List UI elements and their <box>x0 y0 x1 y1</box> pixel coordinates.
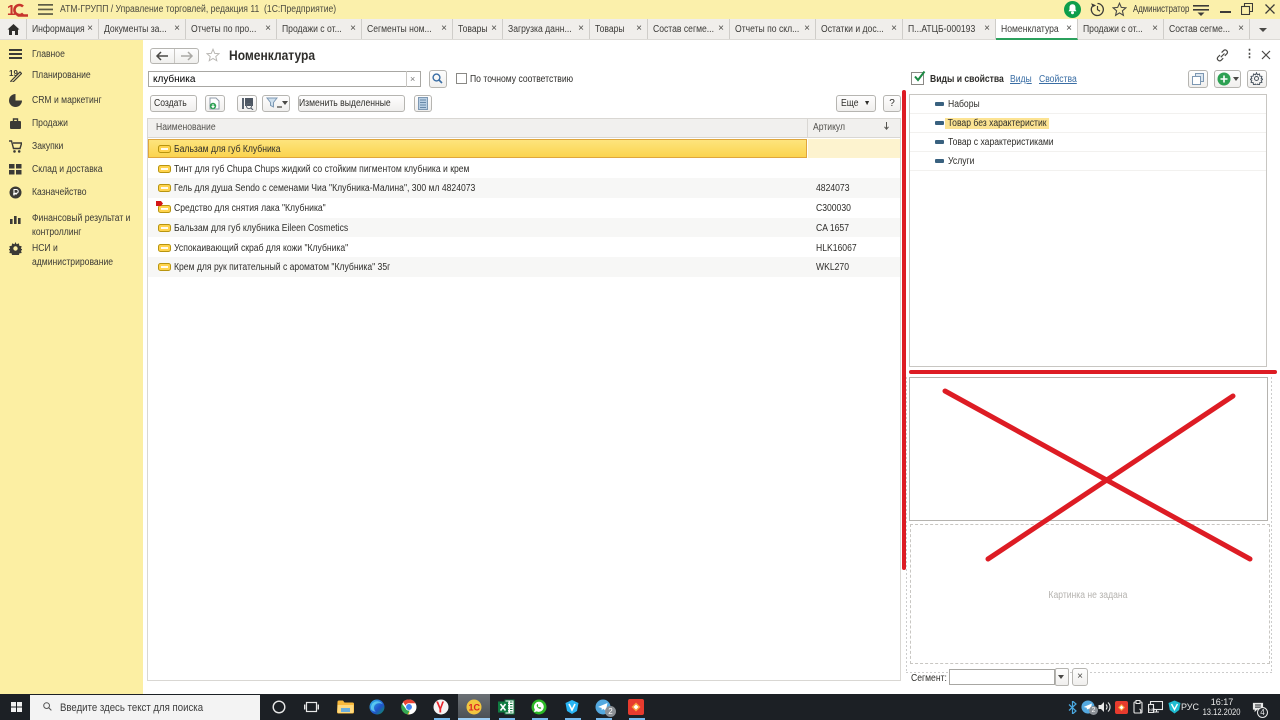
svg-text:19: 19 <box>9 69 18 78</box>
svg-text:1С: 1С <box>469 703 481 713</box>
svg-text:NM: NM <box>1149 707 1155 712</box>
